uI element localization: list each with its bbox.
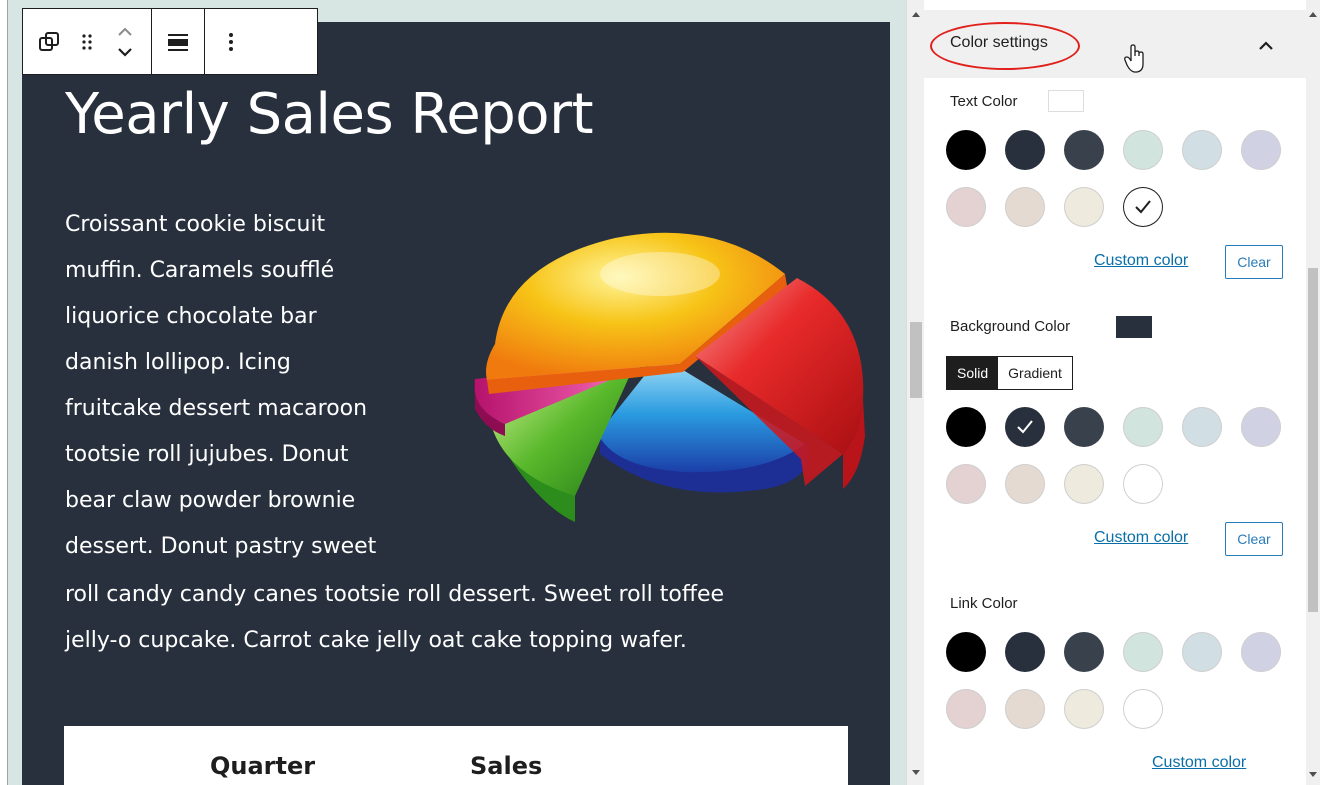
- cover-group-block[interactable]: Yearly Sales Report Croissant cookie bis…: [22, 22, 890, 785]
- highlight-annotation: [930, 22, 1080, 70]
- drag-handle-icon[interactable]: [73, 22, 101, 62]
- text-color-label: Text Color: [950, 93, 1018, 110]
- text-color-swatch[interactable]: [1005, 187, 1045, 227]
- text-color-swatch[interactable]: [1123, 130, 1163, 170]
- link-color-swatch[interactable]: [1241, 632, 1281, 672]
- background-color-label: Background Color: [950, 318, 1071, 335]
- paragraph-line[interactable]: Croissant cookie biscuit: [65, 212, 325, 237]
- link-color-swatch[interactable]: [1182, 632, 1222, 672]
- text-color-indicator: [1048, 90, 1084, 112]
- block-toolbar: [22, 8, 318, 75]
- link-color-swatch[interactable]: [1064, 632, 1104, 672]
- scroll-up-arrow-icon[interactable]: [912, 12, 920, 17]
- table-header-sales: Sales: [470, 752, 543, 780]
- background-color-swatch[interactable]: [946, 407, 986, 447]
- background-color-swatch[interactable]: [1005, 464, 1045, 504]
- transform-block-icon[interactable]: [35, 22, 63, 62]
- scroll-down-arrow-icon[interactable]: [1309, 772, 1317, 777]
- link-color-swatch[interactable]: [1123, 632, 1163, 672]
- text-color-swatch[interactable]: [1182, 130, 1222, 170]
- link-color-label: Link Color: [950, 595, 1018, 612]
- pie-chart-image[interactable]: [465, 204, 875, 524]
- background-color-clear-button[interactable]: Clear: [1225, 522, 1283, 556]
- text-color-swatch[interactable]: [946, 187, 986, 227]
- editor-scrollbar[interactable]: [906, 0, 924, 785]
- paragraph-line[interactable]: danish lollipop. Icing: [65, 350, 291, 375]
- checkmark-icon: [1017, 420, 1033, 434]
- scrollbar-thumb[interactable]: [910, 322, 922, 398]
- checkmark-icon: [1135, 200, 1151, 214]
- background-type-tabs: Solid Gradient: [946, 356, 1073, 390]
- text-color-swatch[interactable]: [946, 130, 986, 170]
- align-icon[interactable]: [164, 22, 192, 62]
- more-options-icon[interactable]: [217, 22, 245, 62]
- background-color-swatch[interactable]: [1064, 407, 1104, 447]
- paragraph-line[interactable]: liquorice chocolate bar: [65, 304, 317, 329]
- text-custom-color-link[interactable]: Custom color: [1094, 252, 1188, 270]
- scroll-down-arrow-icon[interactable]: [912, 770, 920, 775]
- background-color-swatch[interactable]: [1123, 464, 1163, 504]
- background-custom-color-link[interactable]: Custom color: [1094, 529, 1188, 547]
- scroll-up-arrow-icon[interactable]: [1309, 12, 1317, 17]
- editor-canvas: Yearly Sales Report Croissant cookie bis…: [0, 0, 906, 785]
- chevron-up-icon[interactable]: [1256, 38, 1276, 54]
- move-up-down-icon[interactable]: [111, 22, 139, 62]
- hand-cursor-icon: [1124, 44, 1144, 73]
- text-color-swatch[interactable]: [1064, 187, 1104, 227]
- scrollbar-thumb[interactable]: [1308, 268, 1318, 612]
- background-color-swatch[interactable]: [1064, 464, 1104, 504]
- tab-gradient[interactable]: Gradient: [998, 357, 1072, 389]
- link-color-swatch[interactable]: [1123, 689, 1163, 729]
- text-color-swatch[interactable]: [1064, 130, 1104, 170]
- link-color-swatch[interactable]: [1005, 632, 1045, 672]
- background-color-swatch[interactable]: [1005, 407, 1045, 447]
- link-color-swatch[interactable]: [1064, 689, 1104, 729]
- page-title[interactable]: Yearly Sales Report: [65, 82, 594, 147]
- sidebar-scrollbar[interactable]: [1306, 0, 1320, 785]
- color-settings-panel-header[interactable]: Color settings: [924, 10, 1306, 78]
- paragraph-line[interactable]: fruitcake dessert macaroon: [65, 396, 367, 421]
- tab-solid[interactable]: Solid: [947, 357, 999, 389]
- text-color-swatch[interactable]: [1123, 187, 1163, 227]
- background-color-swatch[interactable]: [946, 464, 986, 504]
- sales-table[interactable]: Quarter Sales: [64, 726, 848, 785]
- settings-sidebar: Color settings Text Color Custom color C…: [924, 0, 1306, 785]
- link-custom-color-link[interactable]: Custom color: [1152, 754, 1246, 772]
- background-color-indicator: [1116, 316, 1152, 338]
- table-header-quarter: Quarter: [210, 752, 316, 780]
- link-color-swatch[interactable]: [946, 632, 986, 672]
- text-color-swatch[interactable]: [1005, 130, 1045, 170]
- link-color-swatch[interactable]: [946, 689, 986, 729]
- paragraph-line[interactable]: muffin. Caramels soufflé: [65, 258, 334, 283]
- paragraph-line[interactable]: dessert. Donut pastry sweet: [65, 534, 376, 559]
- paragraph-line[interactable]: jelly-o cupcake. Carrot cake jelly oat c…: [65, 628, 687, 653]
- paragraph-line[interactable]: tootsie roll jujubes. Donut: [65, 442, 349, 467]
- text-color-swatch[interactable]: [1241, 130, 1281, 170]
- paragraph-line[interactable]: bear claw powder brownie: [65, 488, 355, 513]
- canvas-edge: [0, 0, 8, 785]
- background-color-swatch[interactable]: [1123, 407, 1163, 447]
- text-color-clear-button[interactable]: Clear: [1225, 245, 1283, 279]
- link-color-swatch[interactable]: [1005, 689, 1045, 729]
- background-color-swatch[interactable]: [1241, 407, 1281, 447]
- paragraph-line[interactable]: roll candy candy canes tootsie roll dess…: [65, 582, 724, 607]
- background-color-swatch[interactable]: [1182, 407, 1222, 447]
